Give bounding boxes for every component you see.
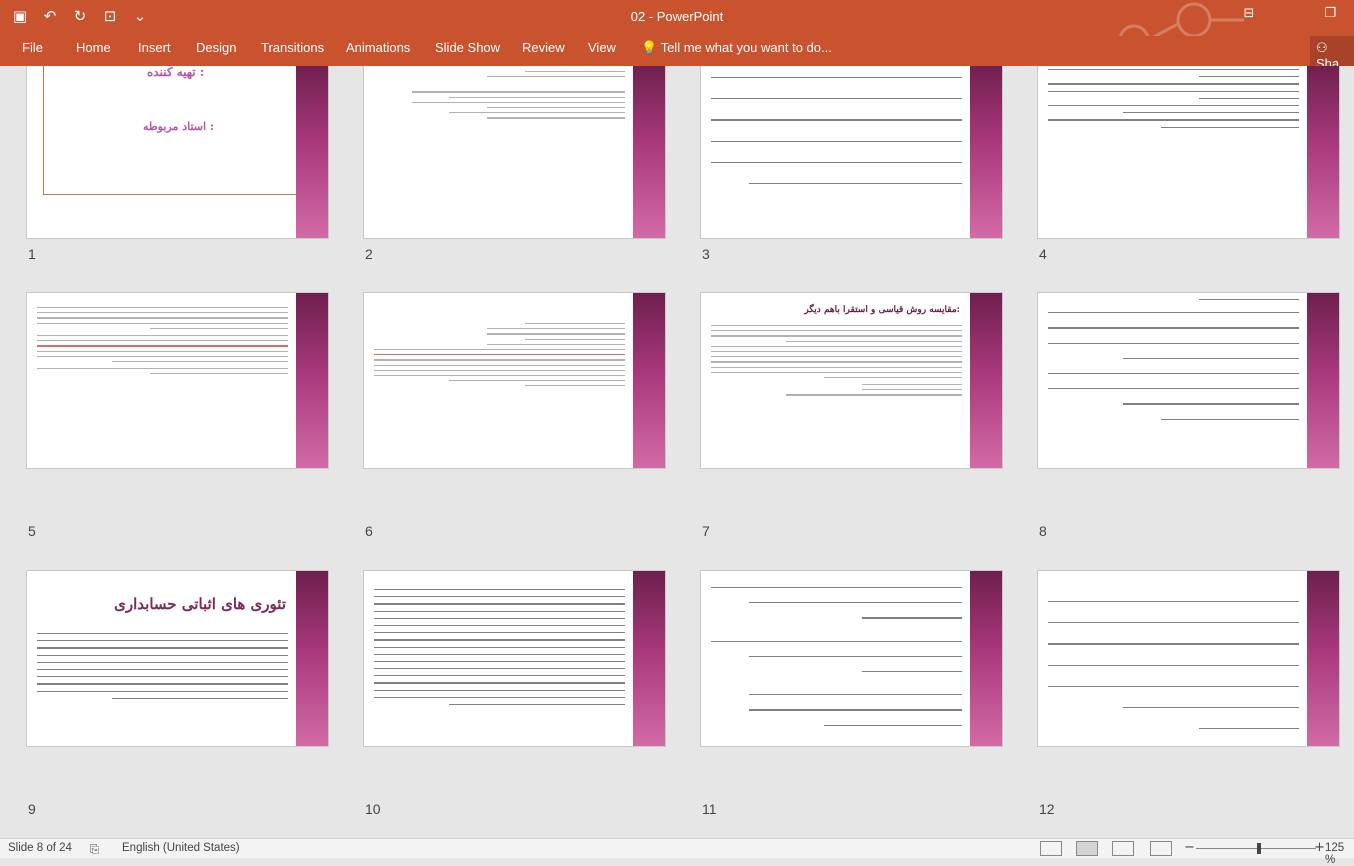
slide-accent-bar xyxy=(633,571,665,746)
slide-number: 2 xyxy=(365,246,373,262)
slide-thumbnail-8[interactable] xyxy=(1037,292,1340,469)
user-icon: ⚇ xyxy=(1316,40,1328,55)
restore-icon[interactable]: ❐ xyxy=(1324,6,1336,21)
tab-file[interactable]: File xyxy=(20,40,45,55)
slide-sorter: تهیه کننده : استاد مربوطه : 1 2 3 4 5 6 … xyxy=(0,66,1354,838)
slide-thumbnail-5[interactable] xyxy=(26,292,329,469)
zoom-in-button[interactable]: + xyxy=(1314,840,1325,855)
slide-accent-bar xyxy=(633,66,665,238)
status-bar: Slide 8 of 24 ⎘ English (United States) … xyxy=(0,838,1354,866)
slide-show-view-button[interactable] xyxy=(1150,841,1172,856)
slide-thumbnail-10[interactable] xyxy=(363,570,666,747)
tab-view[interactable]: View xyxy=(586,40,618,55)
slide-accent-bar xyxy=(296,66,328,238)
tab-slide-show[interactable]: Slide Show xyxy=(433,40,502,55)
slide-number: 8 xyxy=(1039,523,1047,539)
tab-design[interactable]: Design xyxy=(194,40,238,55)
slide-accent-bar xyxy=(1307,571,1339,746)
zoom-level[interactable]: 125 % xyxy=(1325,842,1354,866)
slide-accent-bar xyxy=(633,293,665,468)
tell-me-box[interactable]: 💡 Tell me what you want to do... xyxy=(641,40,832,56)
tell-me-text: Tell me what you want to do... xyxy=(660,40,832,55)
zoom-slider-track[interactable] xyxy=(1196,848,1316,849)
slide-thumbnail-2[interactable] xyxy=(363,66,666,239)
slide-accent-bar xyxy=(296,293,328,468)
tab-animations[interactable]: Animations xyxy=(344,40,412,55)
slide-number: 10 xyxy=(365,801,381,817)
slide-accent-bar xyxy=(970,66,1002,238)
slide-thumbnail-9[interactable]: تئوری های اثباتی حسابداری xyxy=(26,570,329,747)
title-bar: ▣ ↶ ↻ ⊡ ⌄ 02 - PowerPoint ⊟ ❐ xyxy=(0,0,1354,56)
slide-number: 6 xyxy=(365,523,373,539)
slide-thumbnail-3[interactable] xyxy=(700,66,1003,239)
slide-accent-bar xyxy=(1307,293,1339,468)
language-indicator[interactable]: English (United States) xyxy=(122,842,240,854)
slide-accent-bar xyxy=(970,571,1002,746)
slide-thumbnail-4[interactable] xyxy=(1037,66,1340,239)
slide-counter: Slide 8 of 24 xyxy=(8,842,72,854)
slide-thumbnail-7[interactable]: مقایسه روش قیاسی و استقرا باهم دیگر: xyxy=(700,292,1003,469)
slide-thumbnail-6[interactable] xyxy=(363,292,666,469)
slide-accent-bar xyxy=(1307,66,1339,238)
tab-home[interactable]: Home xyxy=(74,40,113,55)
reading-view-button[interactable] xyxy=(1112,841,1134,856)
slide-accent-bar xyxy=(296,571,328,746)
slide-thumbnail-1[interactable]: تهیه کننده : استاد مربوطه : xyxy=(26,66,329,239)
lightbulb-icon: 💡 xyxy=(641,40,658,55)
slide-number: 12 xyxy=(1039,801,1055,817)
normal-view-button[interactable] xyxy=(1040,841,1062,856)
window-controls: ⊟ ❐ xyxy=(1243,6,1336,21)
slide-thumbnail-12[interactable] xyxy=(1037,570,1340,747)
tab-transitions[interactable]: Transitions xyxy=(259,40,326,55)
slide-number: 1 xyxy=(28,246,36,262)
slide-number: 3 xyxy=(702,246,710,262)
tab-insert[interactable]: Insert xyxy=(136,40,173,55)
slide-7-title: مقایسه روش قیاسی و استقرا باهم دیگر: xyxy=(804,305,960,315)
ribbon-display-icon[interactable]: ⊟ xyxy=(1243,6,1254,21)
share-button[interactable]: ⚇ Sha xyxy=(1310,36,1354,71)
spellcheck-icon[interactable]: ⎘ xyxy=(90,842,99,857)
slide-9-title: تئوری های اثباتی حسابداری xyxy=(114,595,286,613)
slide-sorter-view-button[interactable] xyxy=(1076,841,1098,856)
ribbon-tabs: File Home Insert Design Transitions Anim… xyxy=(0,36,1354,71)
slide-number: 4 xyxy=(1039,246,1047,262)
slide-1-instructor: استاد مربوطه : xyxy=(143,120,214,133)
slide-number: 5 xyxy=(28,523,36,539)
slide-thumbnail-11[interactable] xyxy=(700,570,1003,747)
slide-1-preparer: تهیه کننده : xyxy=(147,66,205,79)
slide-number: 9 xyxy=(28,801,36,817)
slide-number: 7 xyxy=(702,523,710,539)
slide-number: 11 xyxy=(702,801,717,817)
tab-review[interactable]: Review xyxy=(520,40,567,55)
zoom-out-button[interactable]: − xyxy=(1184,840,1195,855)
slide-accent-bar xyxy=(970,293,1002,468)
zoom-slider-thumb[interactable] xyxy=(1257,843,1261,854)
